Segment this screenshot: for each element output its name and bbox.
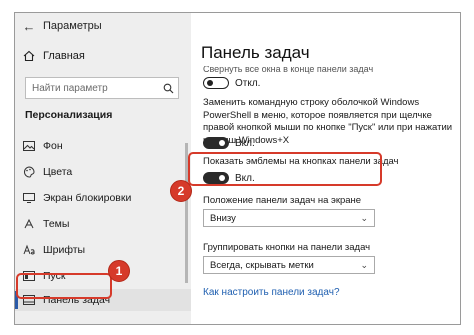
toggle-state-label: Вкл. — [235, 137, 255, 149]
step-1-badge: 1 — [108, 260, 130, 282]
sidebar-item-background[interactable]: Фон — [15, 135, 191, 157]
palette-icon — [15, 166, 43, 178]
sidebar-item-fonts[interactable]: Шрифты — [15, 239, 191, 261]
position-label: Положение панели задач на экране — [203, 195, 362, 206]
group-value: Всегда, скрывать метки — [210, 259, 314, 271]
sidebar-item-label: Экран блокировки — [43, 192, 132, 204]
chevron-down-icon: ⌄ — [360, 212, 368, 223]
home-link[interactable]: Главная — [15, 45, 191, 67]
toggle-switch[interactable] — [203, 77, 229, 89]
sidebar-item-lock-screen[interactable]: Экран блокировки — [15, 187, 191, 209]
sidebar-item-themes[interactable]: Темы — [15, 213, 191, 235]
home-icon — [15, 50, 43, 62]
search-icon[interactable] — [158, 83, 178, 94]
themes-icon — [15, 218, 43, 230]
help-link[interactable]: Как настроить панели задач? — [203, 287, 340, 298]
cut-off-setting-label: Свернуть все окна в конце панели задач — [203, 66, 374, 74]
sidebar-item-colors[interactable]: Цвета — [15, 161, 191, 183]
search-input[interactable] — [26, 81, 158, 95]
sidebar-item-label: Темы — [43, 218, 70, 230]
lock-screen-icon — [15, 193, 43, 203]
image-icon — [15, 141, 43, 151]
group-dropdown[interactable]: Всегда, скрывать метки ⌄ — [203, 256, 375, 274]
back-arrow-icon[interactable]: ← — [15, 19, 43, 34]
sidebar-item-label: Шрифты — [43, 244, 86, 256]
toggle-row-1: Откл. — [203, 77, 260, 89]
taskbar-nav-highlight-frame — [16, 273, 112, 299]
search-box[interactable] — [25, 77, 179, 99]
step-2-badge: 2 — [170, 180, 192, 202]
position-dropdown[interactable]: Внизу ⌄ — [203, 209, 375, 227]
badges-highlight-frame — [188, 152, 382, 186]
sidebar-item-label: Фон — [43, 140, 63, 152]
sidebar-item-label: Цвета — [43, 166, 73, 178]
fonts-icon — [15, 244, 43, 256]
toggle-state-label: Откл. — [235, 77, 261, 89]
page-title: Панель задач — [201, 43, 310, 62]
section-title: Персонализация — [25, 109, 113, 121]
group-label: Группировать кнопки на панели задач — [203, 242, 371, 253]
chevron-down-icon: ⌄ — [360, 259, 368, 270]
home-label: Главная — [43, 50, 85, 62]
toggle-switch[interactable] — [203, 137, 229, 149]
window-title: Параметры — [43, 20, 102, 32]
toggle-row-2: Вкл. — [203, 137, 255, 149]
position-value: Внизу — [210, 212, 236, 224]
title-bar: ← Параметры — [15, 13, 191, 39]
